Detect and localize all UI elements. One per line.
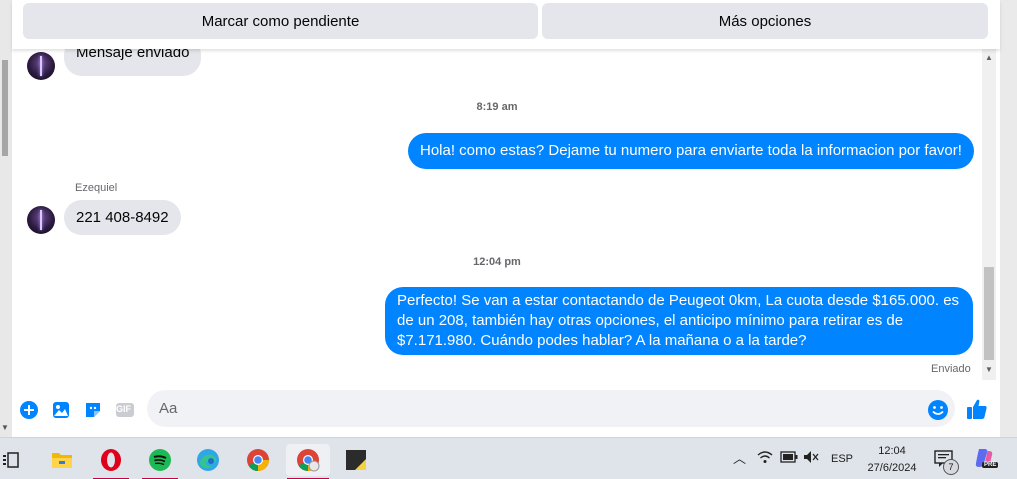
contact-avatar[interactable] (27, 206, 55, 234)
conversation-actions-bar: Marcar como pendiente Más opciones (12, 0, 1000, 49)
message-line: Perfecto! Se van a estar contactando de … (397, 292, 960, 309)
chrome-browser-icon[interactable] (239, 444, 277, 476)
background-window-strip: ▼ (0, 0, 12, 437)
gif-label: GIF (116, 404, 131, 414)
gif-icon[interactable]: GIF (114, 399, 136, 421)
message-input[interactable]: Aa (147, 390, 955, 427)
timestamp: 12:04 pm (473, 256, 521, 268)
message-bubble-outgoing: Perfecto! Se van a estar contactando de … (385, 287, 973, 355)
show-hidden-icons-chevron-icon[interactable]: ︿ (733, 448, 746, 467)
background-scrollbar-thumb[interactable] (2, 60, 8, 156)
message-line: $7.171.980. Cuándo podes hablar? A la ma… (397, 332, 807, 349)
contact-avatar[interactable] (27, 52, 55, 80)
message-bubble-incoming: 221 408-8492 (64, 200, 181, 235)
file-explorer-icon[interactable] (43, 444, 81, 476)
clock-date: 27/6/2024 (867, 462, 917, 474)
emoji-icon[interactable] (927, 399, 949, 421)
windows-taskbar: ︿ ESP 12:04 27/6/2024 7 PRE (0, 437, 1017, 479)
scroll-up-arrow-icon[interactable]: ▲ (985, 53, 993, 62)
message-status: Enviado (931, 363, 971, 375)
thread-scrollbar[interactable]: ▲ ▼ (982, 49, 996, 380)
opera-browser-icon[interactable] (92, 444, 130, 479)
scroll-down-arrow-icon[interactable]: ▼ (1, 423, 9, 432)
system-clock[interactable]: 12:04 27/6/2024 (856, 443, 928, 477)
battery-icon[interactable] (780, 451, 798, 466)
chrome-profile-icon[interactable] (286, 444, 330, 479)
sticker-icon[interactable] (82, 399, 104, 421)
wifi-icon[interactable] (757, 450, 773, 467)
timestamp: 8:19 am (476, 101, 518, 113)
task-view-icon[interactable] (0, 444, 30, 476)
message-bubble-incoming: Mensaje enviado (64, 49, 202, 76)
mark-pending-button[interactable]: Marcar como pendiente (23, 3, 538, 39)
message-bubble-outgoing: Hola! como estas? Dejame tu numero para … (408, 133, 974, 169)
sticky-notes-icon[interactable] (337, 444, 375, 476)
sender-name: Ezequiel (75, 182, 118, 194)
pre-badge: PRE (982, 462, 999, 468)
scrollbar-thumb[interactable] (984, 267, 994, 360)
message-composer: GIF Aa (12, 380, 1000, 437)
volume-muted-icon[interactable] (803, 450, 819, 467)
more-options-button[interactable]: Más opciones (542, 3, 988, 39)
right-window-edge (1000, 0, 1017, 437)
photo-gallery-icon[interactable] (50, 399, 72, 421)
scroll-down-arrow-icon[interactable]: ▼ (985, 365, 993, 374)
like-thumbs-up-icon[interactable] (965, 397, 989, 421)
message-line: de un 208, también hay otras opciones, e… (397, 312, 904, 329)
add-plus-icon[interactable] (18, 399, 40, 421)
clock-time: 12:04 (878, 445, 906, 457)
input-language-indicator[interactable]: ESP (831, 453, 853, 465)
message-thread: Mensaje enviado 8:19 am Hola! como estas… (12, 49, 1000, 380)
notification-count-badge: 7 (943, 459, 959, 475)
spotify-icon[interactable] (141, 444, 179, 479)
copilot-icon[interactable] (973, 447, 995, 472)
edge-browser-icon[interactable] (189, 444, 227, 476)
